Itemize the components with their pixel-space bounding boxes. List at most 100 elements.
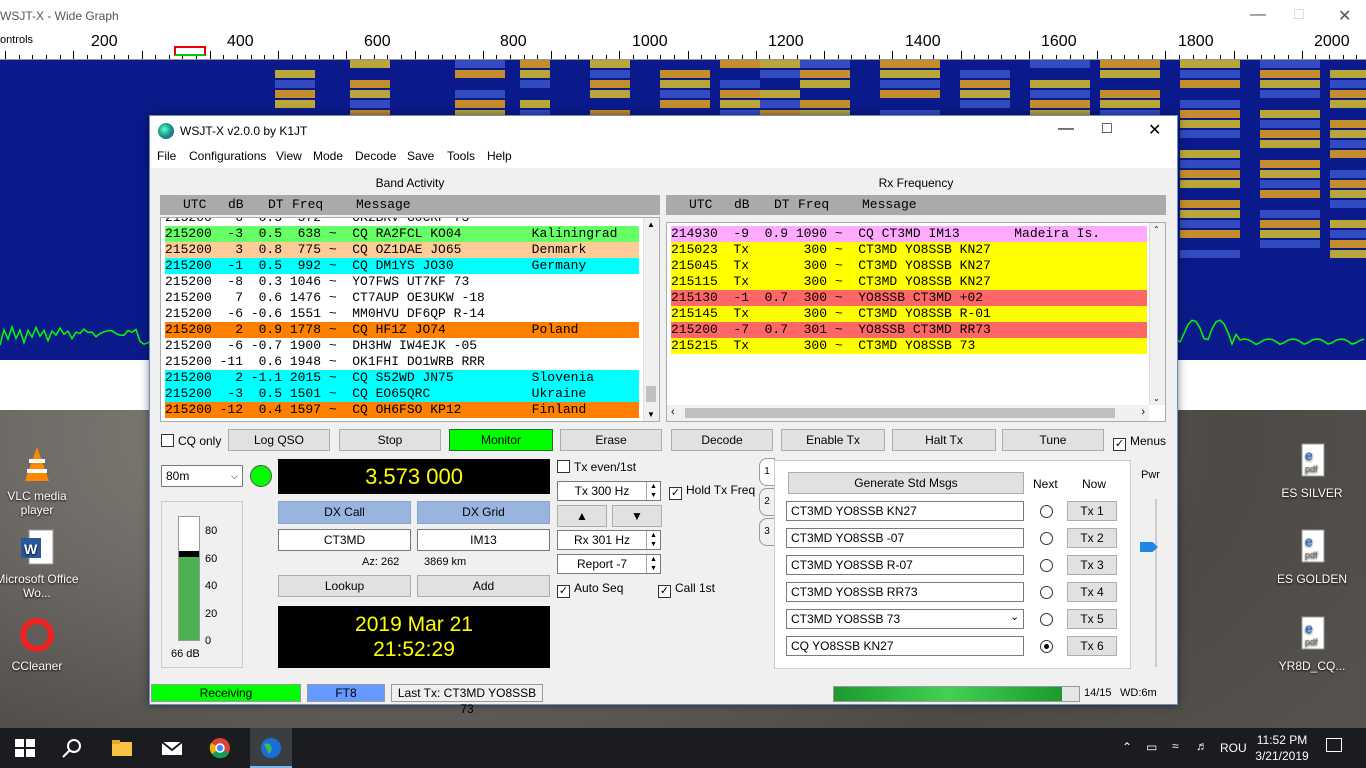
list-item[interactable]: 215023 Tx 300 ~ CT3MD YO8SSB KN27 [671,242,1147,258]
spin-arrows-icon[interactable]: ▲ ▼ [646,531,660,549]
list-item[interactable]: 215200 -8 0.3 1046 ~ YO7FWS UT7KF 73 [165,274,639,290]
tx2-next-radio[interactable] [1040,532,1053,545]
tx4-now-button[interactable]: Tx 4 [1067,582,1117,602]
list-item[interactable]: 215200 3 0.8 775 ~ CQ OZ1DAE JO65 Denmar… [165,242,639,258]
enable-tx-button[interactable]: Enable Tx [781,429,885,451]
dx-grid-input[interactable]: IM13 [417,529,550,551]
checkbox-box[interactable] [161,434,174,447]
tx3-now-button[interactable]: Tx 3 [1067,555,1117,575]
desktop-icon-word[interactable]: W Microsoft Office Wo... [0,528,82,600]
call-1st-checkbox[interactable]: ✓ Call 1st [658,581,715,598]
scroll-up-icon[interactable]: ⌃ [1153,225,1160,234]
tx4-next-radio[interactable] [1040,586,1053,599]
tx-freq-spinbox[interactable]: Tx 300 Hz ▲ ▼ [557,481,661,501]
band-activity-list[interactable]: 215200 6 0.5 572 ~ OK2BRV G0CRP 73 21520… [160,217,660,422]
checkbox-box[interactable]: ✓ [658,585,671,598]
spin-arrows-icon[interactable]: ▲ ▼ [646,555,660,573]
list-item[interactable]: 215200 2 0.9 1778 ~ CQ HF1Z JO74 Poland [165,322,639,338]
frequency-scale[interactable]: ontrols 200 400 600 800 1000 1200 1400 1… [0,32,1366,60]
close-icon[interactable]: ✕ [1338,6,1351,26]
tx2-now-button[interactable]: Tx 2 [1067,528,1117,548]
scroll-left-icon[interactable]: ‹ [671,406,675,418]
list-item[interactable]: 215045 Tx 300 ~ CT3MD YO8SSB KN27 [671,258,1147,274]
list-item[interactable]: 215200 -6 -0.6 1551 ~ MM0HVU DF6QP R-14 [165,306,639,322]
list-item[interactable]: 215215 Tx 300 ~ CT3MD YO8SSB 73 [671,338,1147,354]
log-qso-button[interactable]: Log QSO [228,429,330,451]
volume-icon[interactable]: ♬ [1196,739,1208,753]
maximize-icon[interactable]: □ [1294,6,1304,24]
taskbar-active-app[interactable] [250,728,292,768]
tx-rx-marker[interactable] [174,46,206,56]
chrome-icon[interactable] [208,736,232,760]
tx1-message-input[interactable]: CT3MD YO8SSB KN27 [786,501,1024,521]
checkbox-box[interactable]: ✓ [557,585,570,598]
tx-even-checkbox[interactable]: Tx even/1st [557,460,636,474]
scroll-down-icon[interactable]: ⌄ [1153,394,1160,403]
report-spinbox[interactable]: Report -7 ▲ ▼ [557,554,661,574]
band-select[interactable]: 80m ⌵ [161,465,243,487]
menu-save[interactable]: Save [407,149,434,163]
wifi-icon[interactable]: ≈ [1172,739,1179,753]
tx5-next-radio[interactable] [1040,613,1053,626]
rx-frequency-list[interactable]: 214930 -9 0.9 1090 ~ CQ CT3MD IM13 Madei… [666,222,1166,422]
tx5-now-button[interactable]: Tx 5 [1067,609,1117,629]
decode-button[interactable]: Decode [671,429,773,451]
chevron-down-icon[interactable]: ⌄ [1010,610,1019,623]
list-item[interactable]: 215200 -12 0.4 1597 ~ CQ OH6FSO KP12 Fin… [165,402,639,418]
stop-button[interactable]: Stop [339,429,441,451]
tx1-next-radio[interactable] [1040,505,1053,518]
tx6-message-input[interactable]: CQ YO8SSB KN27 [786,636,1024,656]
desktop-icon-vlc[interactable]: VLC media player [0,445,82,517]
checkbox-box[interactable]: ✓ [1113,438,1126,451]
scroll-thumb[interactable] [646,386,656,402]
rx-frequency-hscroll[interactable]: ‹ › [667,405,1149,421]
windows-start-icon[interactable] [13,736,37,760]
rx-freq-spinbox[interactable]: Rx 301 Hz ▲ ▼ [557,530,661,550]
list-item[interactable]: 215200 6 0.5 572 ~ OK2BRV G0CRP 73 [165,218,639,226]
arrow-down-button[interactable]: ▼ [612,505,662,527]
tx1-now-button[interactable]: Tx 1 [1067,501,1117,521]
list-item[interactable]: 214930 -9 0.9 1090 ~ CQ CT3MD IM13 Madei… [671,226,1147,242]
mail-icon[interactable] [160,736,184,760]
notification-icon[interactable] [1326,738,1342,752]
chevron-up-icon[interactable]: ⌃ [1122,740,1132,754]
menu-configurations[interactable]: Configurations [189,149,266,163]
tab-2[interactable]: 2 [759,488,775,516]
language-indicator[interactable]: ROU [1220,741,1247,755]
tx3-next-radio[interactable] [1040,559,1053,572]
search-icon[interactable] [60,736,84,760]
taskbar-clock[interactable]: 11:52 PM 3/21/2019 [1252,732,1312,764]
list-item[interactable]: 215200 -3 0.5 1501 ~ CQ EO65QRC Ukraine [165,386,639,402]
menus-checkbox[interactable]: ✓ Menus [1113,434,1166,451]
desktop-icon-es-golden[interactable]: e pdf ES GOLDEN [1267,528,1357,586]
list-item[interactable]: 215200 -11 0.6 1948 ~ OK1FHI DO1WRB RRR [165,354,639,370]
checkbox-box[interactable] [557,460,570,473]
menu-file[interactable]: File [157,149,176,163]
scroll-up-icon[interactable]: ▲ [647,220,655,229]
close-icon[interactable]: ✕ [1148,120,1161,140]
dx-call-input[interactable]: CT3MD [278,529,411,551]
desktop-icon-ccleaner[interactable]: CCleaner [0,615,82,673]
menu-help[interactable]: Help [487,149,512,163]
generate-std-msgs-button[interactable]: Generate Std Msgs [788,472,1024,494]
pwr-slider-track[interactable] [1155,499,1157,667]
erase-button[interactable]: Erase [560,429,662,451]
spin-arrows-icon[interactable]: ▲ ▼ [646,482,660,500]
list-item[interactable]: 215200 2 -1.1 2015 ~ CQ S52WD JN75 Slove… [165,370,639,386]
tune-button[interactable]: Tune [1002,429,1104,451]
folder-icon[interactable] [110,736,134,760]
maximize-icon[interactable]: □ [1102,120,1112,138]
list-item[interactable]: 215115 Tx 300 ~ CT3MD YO8SSB KN27 [671,274,1147,290]
add-button[interactable]: Add [417,575,550,597]
battery-icon[interactable]: ▭ [1146,740,1157,754]
tx5-message-input[interactable]: CT3MD YO8SSB 73 [786,609,1024,629]
scroll-thumb[interactable] [685,408,1115,418]
list-item[interactable]: 215130 -1 0.7 300 ~ YO8SSB CT3MD +02 [671,290,1147,306]
scroll-right-icon[interactable]: › [1141,406,1145,418]
scroll-down-icon[interactable]: ▼ [647,410,655,419]
cq-only-checkbox[interactable]: CQ only [161,434,221,448]
tx6-now-button[interactable]: Tx 6 [1067,636,1117,656]
checkbox-box[interactable]: ✓ [669,487,682,500]
tab-1[interactable]: 1 [759,458,775,486]
list-item[interactable]: 215200 -6 -0.7 1900 ~ DH3HW IW4EJK -05 [165,338,639,354]
